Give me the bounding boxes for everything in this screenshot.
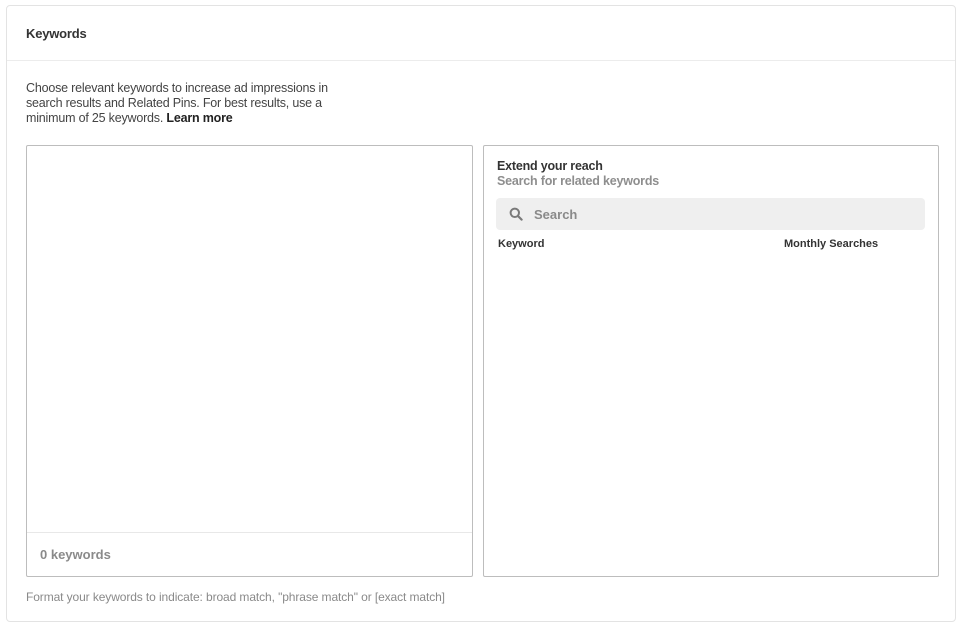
keywords-entry-panel: 0 keywords (26, 145, 473, 577)
keywords-footer: 0 keywords (27, 532, 472, 576)
keyword-count: 0 keywords (40, 547, 111, 562)
keywords-textarea[interactable] (27, 146, 472, 532)
keywords-card: Keywords Choose relevant keywords to inc… (6, 5, 956, 622)
search-box[interactable] (496, 198, 925, 230)
learn-more-link[interactable]: Learn more (166, 111, 232, 125)
column-header-monthly-searches[interactable]: Monthly Searches (784, 238, 878, 250)
format-hint: Format your keywords to indicate: broad … (26, 590, 445, 604)
column-header-keyword[interactable]: Keyword (498, 238, 544, 250)
card-header: Keywords (7, 6, 955, 61)
search-icon (509, 207, 523, 221)
extend-reach-panel: Extend your reach Search for related key… (483, 145, 939, 577)
extend-title: Extend your reach (497, 159, 603, 173)
intro-text: Choose relevant keywords to increase ad … (26, 81, 346, 126)
extend-subtitle: Search for related keywords (497, 174, 660, 188)
search-input[interactable] (534, 198, 914, 230)
card-title: Keywords (26, 26, 87, 41)
